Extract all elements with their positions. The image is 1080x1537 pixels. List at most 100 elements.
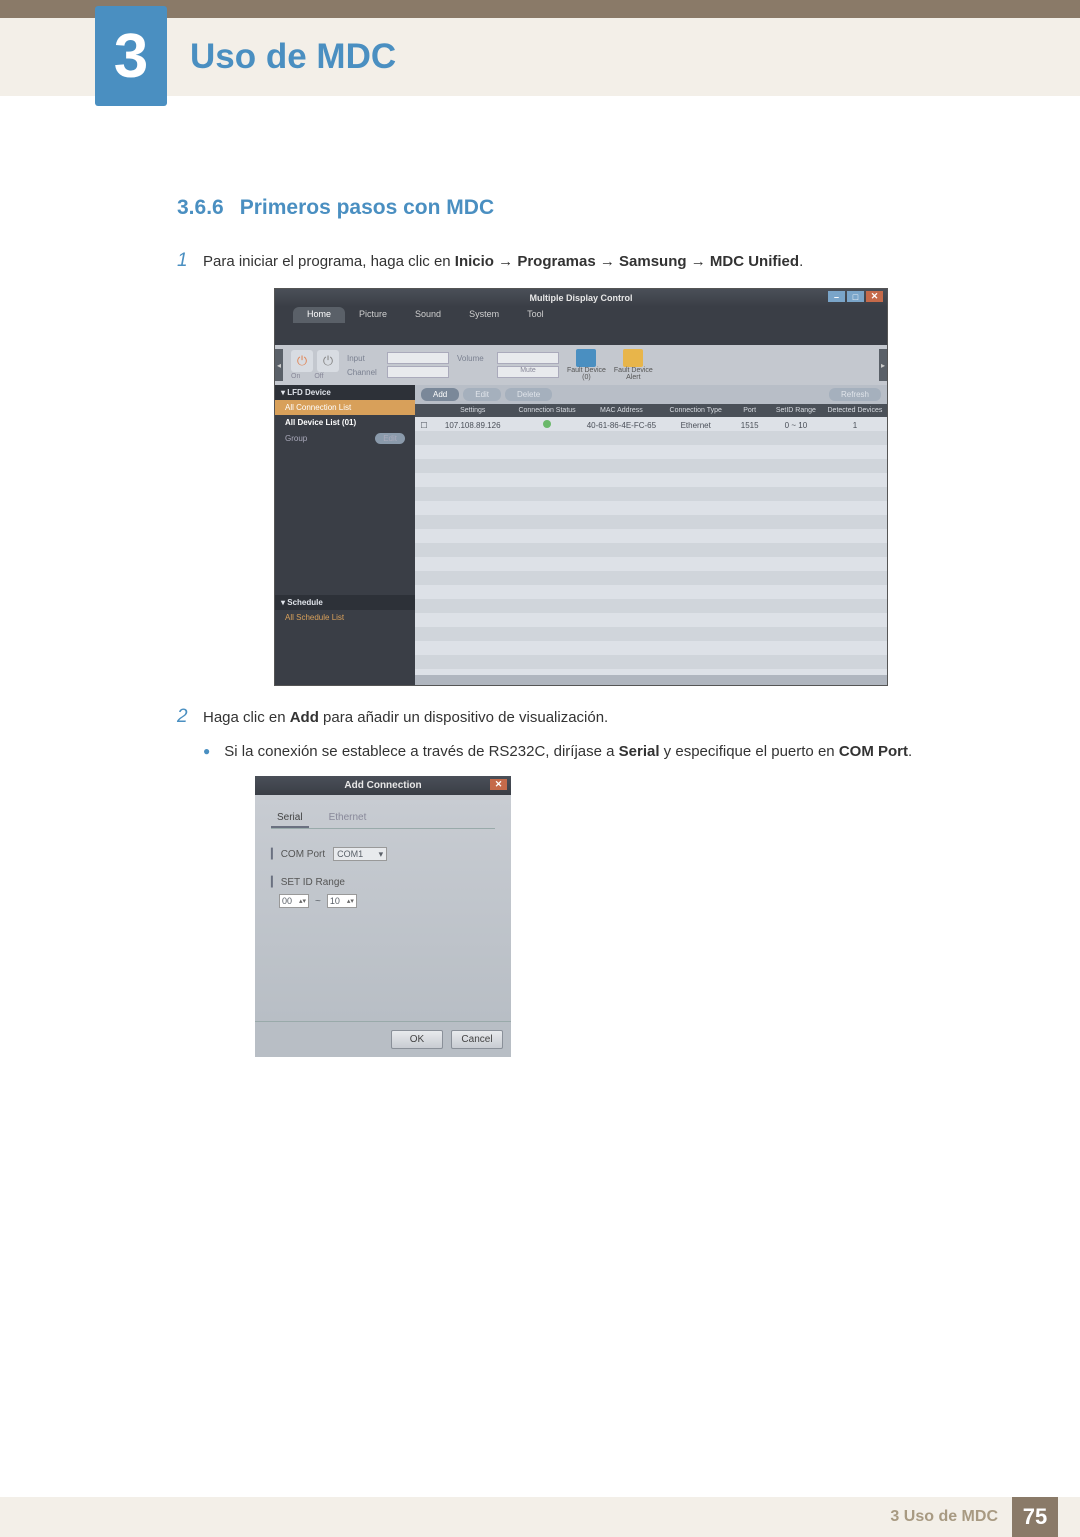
mdc-toolbar: ◂ ⏻ ⏻ On Off Input Channel Volume Mute [275, 345, 887, 385]
sidebar-item-all-connection[interactable]: All Connection List [275, 400, 415, 415]
mdc-sidebar: LFD Device All Connection List All Devic… [275, 385, 415, 685]
dialog-tabs: Serial Ethernet [271, 809, 495, 829]
table-row[interactable]: 107.108.89.126 40-61-86-4E-FC-65 Etherne… [415, 417, 887, 433]
tab-picture[interactable]: Picture [345, 307, 401, 323]
step-body: Para iniciar el programa, haga clic en I… [203, 250, 985, 274]
tab-home[interactable]: Home [293, 307, 345, 323]
channel-select[interactable] [387, 366, 449, 378]
edit-button[interactable]: Edit [463, 388, 501, 401]
cell-settings: 107.108.89.126 [433, 418, 512, 433]
delete-button[interactable]: Delete [505, 388, 552, 401]
col-settings: Settings [433, 404, 512, 417]
step-2: 2 Haga clic en Add para añadir un dispos… [177, 706, 985, 730]
warning-icon [623, 349, 643, 367]
main-action-bar: Add Edit Delete Refresh [415, 385, 887, 404]
sidebar-item-all-schedule[interactable]: All Schedule List [275, 610, 415, 625]
sidebar-item-all-device[interactable]: All Device List (01) [275, 415, 415, 430]
sidebar-edit-button[interactable]: Edit [375, 433, 405, 444]
step-number: 2 [177, 706, 203, 730]
tab-ethernet[interactable]: Ethernet [323, 809, 373, 828]
channel-label: Channel [347, 368, 383, 377]
close-icon[interactable]: ✕ [866, 291, 883, 302]
section-title: Primeros pasos con MDC [240, 196, 494, 219]
volume-label: Volume [457, 354, 493, 363]
chevron-down-icon: ▾ [379, 849, 384, 860]
cell-type: Ethernet [661, 418, 730, 433]
power-on-button[interactable]: ⏻ [291, 350, 313, 372]
mdc-app-screenshot: Multiple Display Control – □ ✕ Home Pict… [274, 288, 888, 686]
tab-tool[interactable]: Tool [513, 307, 558, 323]
step-body: Haga clic en Add para añadir un disposit… [203, 706, 985, 730]
col-mac-address: MAC Address [582, 404, 661, 417]
sidebar-section-schedule[interactable]: Schedule [275, 595, 415, 610]
minimize-icon[interactable]: – [828, 291, 845, 302]
spinner-icon: ▴▾ [299, 897, 306, 905]
cell-port: 1515 [730, 418, 769, 433]
com-port-select[interactable]: COM1▾ [333, 847, 387, 861]
tab-serial[interactable]: Serial [271, 809, 309, 828]
tab-system[interactable]: System [455, 307, 513, 323]
chapter-title: Uso de MDC [190, 37, 396, 77]
input-select[interactable] [387, 352, 449, 364]
status-dot-icon [543, 420, 551, 428]
bullet-item: ● Si la conexión se establece a través d… [203, 740, 985, 764]
mdc-tab-bar: Home Picture Sound System Tool [275, 307, 887, 323]
fault-alert-indicator: Fault Device Alert [614, 349, 653, 381]
sidebar-group-row: Group Edit [275, 430, 415, 447]
range-from-stepper[interactable]: 00▴▾ [279, 894, 309, 908]
mute-button[interactable]: Mute [497, 366, 559, 378]
dialog-footer: OK Cancel [255, 1021, 511, 1057]
com-port-label: COM Port [271, 849, 325, 860]
sidebar-section-lfd[interactable]: LFD Device [275, 385, 415, 400]
cancel-button[interactable]: Cancel [451, 1030, 503, 1049]
volume-input[interactable] [497, 352, 559, 364]
com-port-field: COM Port COM1▾ [271, 847, 495, 861]
refresh-button[interactable]: Refresh [829, 388, 881, 401]
chapter-number-badge: 3 [95, 6, 167, 106]
cell-detected: 1 [823, 418, 887, 433]
power-off-button[interactable]: ⏻ [317, 350, 339, 372]
page-footer: 3 Uso de MDC 75 [0, 1497, 1080, 1537]
step-number: 1 [177, 250, 203, 274]
window-controls: – □ ✕ [828, 291, 883, 302]
add-connection-dialog: Add Connection ✕ Serial Ethernet COM Por… [255, 776, 511, 1057]
col-connection-status: Connection Status [512, 404, 581, 417]
tab-sound[interactable]: Sound [401, 307, 455, 323]
footer-breadcrumb: 3 Uso de MDC [890, 1508, 998, 1526]
cell-range: 0 ~ 10 [769, 418, 823, 433]
sidebar-group-label: Group [285, 434, 307, 443]
col-connection-type: Connection Type [661, 404, 730, 417]
toolbar-scroll-left[interactable]: ◂ [275, 349, 283, 381]
spinner-icon: ▴▾ [347, 897, 354, 905]
input-label: Input [347, 354, 383, 363]
horizontal-scrollbar[interactable] [415, 675, 887, 685]
chapter-header: 3 Uso de MDC [0, 18, 1080, 96]
cell-mac: 40-61-86-4E-FC-65 [582, 418, 661, 433]
page-content: 3.6.6 Primeros pasos con MDC 1 Para inici… [0, 96, 1080, 1057]
fault-device-indicator: Fault Device (0) [567, 349, 606, 381]
mdc-window-title: Multiple Display Control [529, 293, 632, 303]
mdc-titlebar: Multiple Display Control – □ ✕ [275, 289, 887, 307]
col-detected-devices: Detected Devices [823, 404, 887, 417]
bullet-dot-icon: ● [203, 744, 210, 764]
dialog-titlebar: Add Connection ✕ [255, 776, 511, 795]
monitor-icon [576, 349, 596, 367]
range-to-stepper[interactable]: 10▴▾ [327, 894, 357, 908]
row-checkbox[interactable] [415, 418, 433, 433]
cell-status [512, 417, 581, 433]
device-table-body: 107.108.89.126 40-61-86-4E-FC-65 Etherne… [415, 417, 887, 675]
setid-range-label: SET ID Range [271, 877, 345, 888]
col-port: Port [730, 404, 769, 417]
toolbar-scroll-right[interactable]: ▸ [879, 349, 887, 381]
section-number: 3.6.6 [177, 196, 224, 219]
close-icon[interactable]: ✕ [490, 779, 507, 790]
section-heading: 3.6.6 Primeros pasos con MDC [177, 196, 985, 220]
setid-range-field: SET ID Range 00▴▾ ~ 10▴▾ [271, 877, 495, 908]
bullet-text: Si la conexión se establece a través de … [224, 740, 985, 764]
maximize-icon[interactable]: □ [847, 291, 864, 302]
ok-button[interactable]: OK [391, 1030, 443, 1049]
step-1: 1 Para iniciar el programa, haga clic en… [177, 250, 985, 274]
add-button[interactable]: Add [421, 388, 459, 401]
page-number: 75 [1012, 1497, 1058, 1537]
device-table-header: Settings Connection Status MAC Address C… [415, 404, 887, 417]
